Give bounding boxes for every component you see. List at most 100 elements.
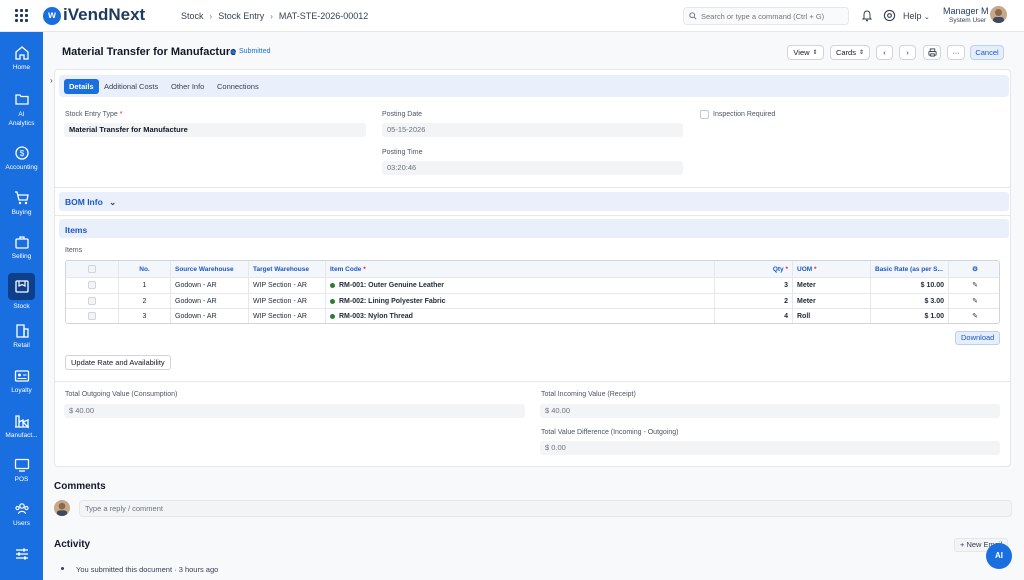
row-uom[interactable]: Meter [793,278,871,293]
print-button[interactable] [923,45,941,60]
sidebar-item-pos[interactable]: POS [0,457,43,483]
search-input[interactable] [701,11,846,21]
sidebar-item-ai-analytics[interactable]: AI Analytics [0,91,43,128]
stock-entry-type-field[interactable]: Material Transfer for Manufacture [64,123,366,137]
row-qty[interactable]: 3 [715,278,793,293]
row-source[interactable]: Godown - AR [171,278,249,293]
expand-sidebar-icon[interactable]: › [50,76,53,85]
sidebar-item-selling[interactable]: Selling [0,234,43,260]
breadcrumb-document[interactable]: MAT-STE-2026-00012 [279,11,368,21]
sidebar-item-label: Selling [11,253,32,260]
row-uom[interactable]: Meter [793,294,871,308]
select-all-checkbox[interactable] [66,261,119,277]
row-source[interactable]: Godown - AR [171,309,249,323]
row-item-code[interactable]: RM-002: Lining Polyester Fabric [326,294,715,308]
inspection-required-checkbox[interactable] [700,110,709,119]
row-source[interactable]: Godown - AR [171,294,249,308]
table-row[interactable]: 1 Godown - AR WIP Section - AR RM-001: O… [66,278,999,294]
checkbox-icon [88,281,96,290]
col-qty: Qty * [715,261,793,277]
edit-row-icon[interactable]: ✎ [949,309,999,323]
tab-connections[interactable]: Connections [212,79,264,94]
row-target[interactable]: WIP Section - AR [249,278,326,293]
sidebar-item-users[interactable]: Users [0,501,43,527]
bom-info-title[interactable]: BOM Info ⌄ [65,197,116,208]
help-icon[interactable] [883,9,896,22]
sidebar-item-label: AI Analytics [8,111,35,127]
row-rate[interactable]: $ 3.00 [871,294,949,308]
users-icon [14,503,29,515]
chevron-down-icon: ⌄ [109,197,117,207]
edit-row-icon[interactable]: ✎ [949,278,999,293]
posting-date-field[interactable]: 05-15-2026 [382,123,683,137]
download-button[interactable]: Download [955,331,1001,345]
help-menu[interactable]: Help ⌄ [903,11,930,21]
row-checkbox[interactable] [66,278,119,293]
row-target[interactable]: WIP Section - AR [249,294,326,308]
row-rate[interactable]: $ 10.00 [871,278,949,293]
table-row[interactable]: 2 Godown - AR WIP Section - AR RM-002: L… [66,294,999,309]
next-button[interactable]: › [899,45,916,60]
row-rate[interactable]: $ 1.00 [871,309,949,323]
edit-row-icon[interactable]: ✎ [949,294,999,308]
view-button[interactable]: View ⇕ [787,45,824,60]
previous-button[interactable]: ‹ [876,45,893,60]
user-name[interactable]: Manager M [943,6,989,16]
row-item-code[interactable]: RM-001: Outer Genuine Leather [326,278,715,293]
bell-icon[interactable] [862,10,872,22]
required-mark: * [119,111,123,118]
table-row[interactable]: 3 Godown - AR WIP Section - AR RM-003: N… [66,309,999,323]
sidebar-item-home[interactable]: Home [0,45,43,71]
avatar[interactable] [990,6,1007,23]
row-checkbox[interactable] [66,309,119,323]
breadcrumb-stock[interactable]: Stock [181,11,204,21]
app-logo-text: iVendNext [63,5,146,24]
row-uom[interactable]: Roll [793,309,871,323]
more-button[interactable]: ··· [947,45,965,60]
total-outgoing-field[interactable]: $ 40.00 [64,404,525,418]
comment-input[interactable]: Type a reply / comment [79,500,1012,517]
search-box[interactable] [683,7,849,25]
column-settings-icon[interactable]: ⚙ [949,261,999,277]
tab-additional-costs[interactable]: Additional Costs [99,79,163,94]
sidebar-item-settings[interactable] [0,546,43,565]
sliders-icon [15,548,28,560]
ai-assistant-button[interactable]: AI [986,543,1012,569]
breadcrumb: Stock › Stock Entry › MAT-STE-2026-00012 [181,11,368,21]
sidebar-item-stock[interactable]: Stock [0,273,43,310]
chevron-down-icon: ⌄ [924,14,930,21]
cancel-button[interactable]: Cancel [970,45,1004,60]
total-difference-field[interactable]: $ 0.00 [540,441,1000,455]
printer-icon [927,48,937,57]
tab-other-info[interactable]: Other Info [166,79,209,94]
row-target[interactable]: WIP Section - AR [249,309,326,323]
sidebar-item-accounting[interactable]: $ Accounting [0,145,43,171]
sidebar-item-label: Buying [11,209,32,216]
sidebar-item-buying[interactable]: Buying [0,190,43,216]
cards-button[interactable]: Cards ⇕ [830,45,870,60]
dollar-icon: $ [14,146,29,160]
total-incoming-field[interactable]: $ 40.00 [540,404,1000,418]
sidebar-item-label: Manufact... [5,432,38,439]
apps-grid-icon[interactable] [15,9,28,22]
row-qty[interactable]: 2 [715,294,793,308]
breadcrumb-stock-entry[interactable]: Stock Entry [218,11,264,21]
update-rate-button[interactable]: Update Rate and Availability [65,355,171,370]
row-qty[interactable]: 4 [715,309,793,323]
row-item-code[interactable]: RM-003: Nylon Thread [326,309,715,323]
checkbox-icon [88,265,96,274]
sidebar-item-retail[interactable]: Retail [0,323,43,349]
posting-date-label: Posting Date [382,111,423,118]
search-icon [689,12,697,20]
tab-details[interactable]: Details [64,79,99,94]
sidebar-item-loyalty[interactable]: Loyalty [0,368,43,394]
row-checkbox[interactable] [66,294,119,308]
bom-info-section[interactable] [59,192,1009,211]
divider [55,381,1010,382]
comments-title: Comments [54,481,106,492]
sidebar-item-label: POS [14,476,29,483]
items-table-label: Items [65,247,83,254]
status-dot-icon [330,313,335,319]
sidebar-item-manufacturing[interactable]: Manufact... [0,413,43,439]
posting-time-field[interactable]: 03:20:46 [382,161,683,175]
